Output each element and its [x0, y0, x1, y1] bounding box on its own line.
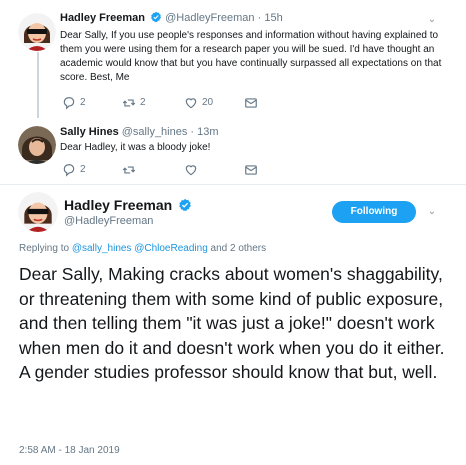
like-button[interactable]: 20 — [184, 96, 213, 110]
like-count: 20 — [202, 97, 214, 108]
following-button[interactable]: Following — [332, 201, 416, 223]
avatar-hadley-icon — [18, 13, 56, 51]
author-handle[interactable]: @HadleyFreeman — [64, 214, 153, 228]
like-button[interactable] — [184, 163, 202, 177]
avatar[interactable] — [18, 13, 56, 51]
tweet-timestamp[interactable]: 2:58 AM - 18 Jan 2019 — [19, 444, 120, 458]
tweet-text: Dear Sally, If you use people's response… — [60, 30, 442, 83]
reply-tweet-sally[interactable]: Sally Hines @sally_hines · 13m Dear Hadl… — [0, 118, 466, 190]
chevron-down-icon[interactable]: ⌄ — [426, 14, 438, 26]
replying-suffix[interactable]: and 2 others — [211, 243, 267, 254]
replying-to: Replying to @sally_hines @ChloeReading a… — [19, 242, 266, 256]
thread-connector — [37, 52, 39, 118]
verified-badge-icon — [179, 198, 191, 212]
replying-user-link[interactable]: @sally_hines — [72, 243, 132, 254]
retweet-icon — [122, 166, 136, 174]
tweet-time[interactable]: · 15h — [258, 12, 283, 24]
retweet-count: 2 — [140, 97, 146, 108]
author-name[interactable]: Hadley Freeman — [64, 197, 172, 213]
author-name[interactable]: Hadley Freeman — [60, 12, 145, 24]
verified-badge-icon — [151, 11, 162, 23]
author-handle[interactable]: @sally_hines — [122, 126, 188, 138]
reply-count: 2 — [80, 97, 86, 108]
author-name[interactable]: Sally Hines — [60, 126, 119, 138]
reply-button[interactable]: 2 — [62, 96, 86, 110]
replying-user-link[interactable]: @ChloeReading — [134, 243, 208, 254]
reply-button[interactable]: 2 — [62, 163, 86, 177]
reply-tweet-hadley[interactable]: Hadley Freeman @HadleyFreeman · 15h ⌄ De… — [0, 0, 466, 118]
tweet-actions: 2 — [62, 163, 302, 177]
envelope-icon — [245, 165, 257, 175]
avatar[interactable] — [18, 192, 58, 232]
chevron-down-icon[interactable]: ⌄ — [426, 206, 438, 218]
direct-message-button[interactable] — [244, 163, 258, 177]
retweet-icon — [122, 99, 136, 107]
divider — [0, 184, 466, 185]
main-author-name-row: Hadley Freeman — [64, 196, 192, 214]
tweet-thread: Hadley Freeman @HadleyFreeman · 15h ⌄ De… — [0, 0, 466, 465]
reply-icon — [63, 97, 75, 110]
main-tweet-text: Dear Sally, Making cracks about women's … — [19, 264, 445, 382]
tweet-time[interactable]: · 13m — [190, 126, 218, 138]
retweet-button[interactable]: 2 — [122, 96, 146, 110]
tweet-header: Sally Hines @sally_hines · 13m — [60, 124, 219, 140]
heart-icon — [185, 98, 197, 109]
avatar-hadley-icon — [18, 192, 58, 232]
heart-icon — [185, 165, 197, 176]
tweet-actions: 2 2 20 — [62, 96, 302, 110]
replying-prefix: Replying to — [19, 243, 70, 254]
avatar-sally-icon — [18, 126, 56, 164]
avatar[interactable] — [18, 126, 56, 164]
direct-message-button[interactable] — [244, 96, 258, 110]
retweet-button[interactable] — [122, 163, 140, 177]
reply-count: 2 — [80, 164, 86, 175]
reply-icon — [63, 164, 75, 177]
envelope-icon — [245, 98, 257, 108]
tweet-text: Dear Hadley, it was a bloody joke! — [60, 142, 211, 153]
author-handle[interactable]: @HadleyFreeman — [165, 12, 254, 24]
tweet-header: Hadley Freeman @HadleyFreeman · 15h — [60, 10, 283, 26]
